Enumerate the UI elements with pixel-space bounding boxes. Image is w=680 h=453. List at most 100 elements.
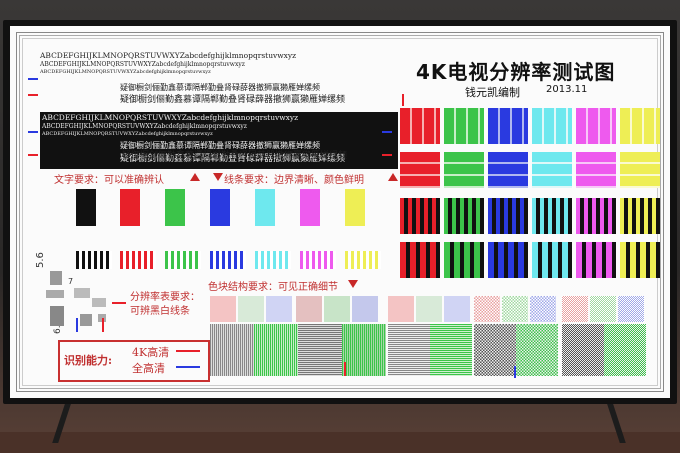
block-requirement-label: 色块结构要求：可见正确细节 — [208, 282, 338, 293]
white-text-sample-cn-1: 疑御橱剑俪勤鑫慕谭隔郸勤叠肾碌薛器撤狮赢獭雁婵缧频 — [120, 141, 320, 150]
triangle-down-icon — [213, 173, 223, 181]
res-wedge-6 — [80, 314, 92, 326]
pattern-green-stripes — [254, 324, 298, 376]
triangle-up-icon-2 — [388, 173, 398, 181]
color-block-magenta-2 — [576, 152, 616, 188]
swatch-checker-blue — [530, 296, 556, 322]
arrow-red-left-3 — [112, 302, 126, 304]
text-sample-cn-1: 疑御橱剑俪勤鑫慕谭隔郸勤叠肾碌薛器撤狮赢獭雁婵缧频 — [120, 83, 320, 92]
res-wedge-2 — [46, 290, 64, 298]
pattern-grey-2 — [388, 324, 430, 376]
fhd-label: 全高清 — [132, 362, 165, 375]
color-block-green-2 — [444, 152, 484, 188]
swatch-checker-green — [502, 296, 528, 322]
color-block-green-3 — [444, 198, 484, 234]
line-bar-yellow-1 — [345, 189, 365, 226]
text-sample-cn-2: 疑御橱剑俪勤鑫慕谭隔郸勤叠肾碌薛器撤狮赢獭雁婵缧频 — [120, 95, 346, 105]
color-block-yellow-3 — [620, 198, 660, 234]
arrow-red-left-1 — [28, 94, 38, 96]
ability-label: 识别能力: — [64, 354, 113, 367]
res-requirement-label-2: 可辨黑白线条 — [130, 306, 190, 317]
color-block-cyan-1 — [532, 108, 572, 144]
color-block-cyan-4 — [532, 242, 572, 278]
uhd-label: 4K高清 — [132, 346, 170, 359]
arrow-blue-left-1 — [28, 78, 38, 80]
swatch-rose — [296, 296, 322, 322]
triangle-down-icon-2 — [348, 280, 358, 288]
pattern-checker-green — [516, 324, 558, 376]
color-block-green-4 — [444, 242, 484, 278]
swatch-pink-2 — [388, 296, 414, 322]
arrow-blue-up-2 — [514, 366, 516, 378]
arrow-red-down — [402, 94, 404, 106]
pattern-grey-lines — [298, 324, 342, 376]
arrow-red-up-2 — [344, 362, 346, 376]
color-block-yellow-4 — [620, 242, 660, 278]
arrow-red-right — [382, 154, 392, 156]
swatch-pink — [210, 296, 236, 322]
pattern-checker-green-2 — [604, 324, 646, 376]
color-block-yellow-2 — [620, 152, 660, 188]
swatch-lightblue — [266, 296, 292, 322]
arrow-red-left-2 — [28, 154, 38, 156]
color-block-magenta-4 — [576, 242, 616, 278]
swatch-lightblue-2 — [444, 296, 470, 322]
res-number-1: 5.6 — [35, 252, 46, 268]
line-bar-yellow-2 — [345, 251, 381, 269]
triangle-up-icon — [190, 173, 200, 181]
arrow-blue-left-2 — [28, 131, 38, 133]
line-bar-blue-1 — [210, 189, 230, 226]
line-bar-magenta-1 — [300, 189, 320, 226]
color-block-red-3 — [400, 198, 440, 234]
tv-screen: 4K电视分辨率测试图 钱元凯编制 2013.11 ABCDEFGHIJKLMNO… — [10, 26, 670, 398]
arrow-red-up — [102, 318, 104, 332]
line-bar-cyan-1 — [255, 189, 275, 226]
res-requirement-label-1: 分辨率表要求： — [130, 292, 200, 303]
color-block-cyan-3 — [532, 198, 572, 234]
color-block-yellow-1 — [620, 108, 660, 144]
swatch-checker-blue-2 — [618, 296, 644, 322]
arrow-blue-right — [382, 131, 392, 133]
swatch-periwinkle — [352, 296, 378, 322]
color-block-green-1 — [444, 108, 484, 144]
res-number-3: 7 — [68, 277, 74, 286]
line-requirement-label: 线条要求：边界清晰、颜色鲜明 — [224, 175, 364, 186]
swatch-lightgreen-2 — [416, 296, 442, 322]
color-block-magenta-3 — [576, 198, 616, 234]
color-block-blue-3 — [488, 198, 528, 234]
swatch-lightgreen — [238, 296, 264, 322]
chart-title: 4K电视分辨率测试图 — [416, 60, 616, 84]
color-block-red-1 — [400, 108, 440, 144]
white-text-sample-3: ABCDEFGHIJKLMNOPQRSTUVWXYZabcdefghijklmn… — [42, 131, 213, 137]
text-sample-cn-3: 疑御橱剑俪勤鑫慕谭隔郸勤叠肾碌薛器撤狮赢獭雁婵缧频 — [122, 151, 348, 161]
chart-year: 2013.11 — [546, 84, 588, 95]
text-requirement-label: 文字要求：可以准确辨认 — [54, 175, 164, 186]
color-block-red-2 — [400, 152, 440, 188]
color-block-magenta-1 — [576, 108, 616, 144]
pattern-checker-grey-2 — [562, 324, 604, 376]
white-text-sample-2: ABCDEFGHIJKLMNOPQRSTUVWXYZabcdefghijklmn… — [42, 123, 247, 130]
line-bar-red-1 — [120, 189, 140, 226]
pattern-green-lines — [342, 324, 386, 376]
arrow-fhd — [176, 366, 200, 368]
line-bar-red-2 — [120, 251, 156, 269]
color-block-blue-2 — [488, 152, 528, 188]
swatch-checker-red-2 — [562, 296, 588, 322]
line-bar-green-1 — [165, 189, 185, 226]
res-wedge-3 — [50, 306, 64, 326]
swatch-checker-red — [474, 296, 500, 322]
chart-author: 钱元凯编制 — [465, 86, 520, 99]
res-wedge-4 — [74, 288, 90, 298]
color-block-blue-1 — [488, 108, 528, 144]
line-bar-cyan-2 — [255, 251, 291, 269]
res-wedge-1 — [50, 271, 62, 285]
color-block-red-4 — [400, 242, 440, 278]
text-sample-1: ABCDEFGHIJKLMNOPQRSTUVWXYZabcdefghijklmn… — [40, 51, 297, 60]
color-block-cyan-2 — [532, 152, 572, 188]
arrow-uhd — [176, 350, 200, 352]
arrow-blue-up — [76, 318, 78, 332]
tv-cabinet — [0, 432, 680, 453]
line-bar-magenta-2 — [300, 251, 336, 269]
swatch-checker-green-2 — [590, 296, 616, 322]
text-sample-2: ABCDEFGHIJKLMNOPQRSTUVWXYZabcdefghijklmn… — [40, 61, 245, 68]
